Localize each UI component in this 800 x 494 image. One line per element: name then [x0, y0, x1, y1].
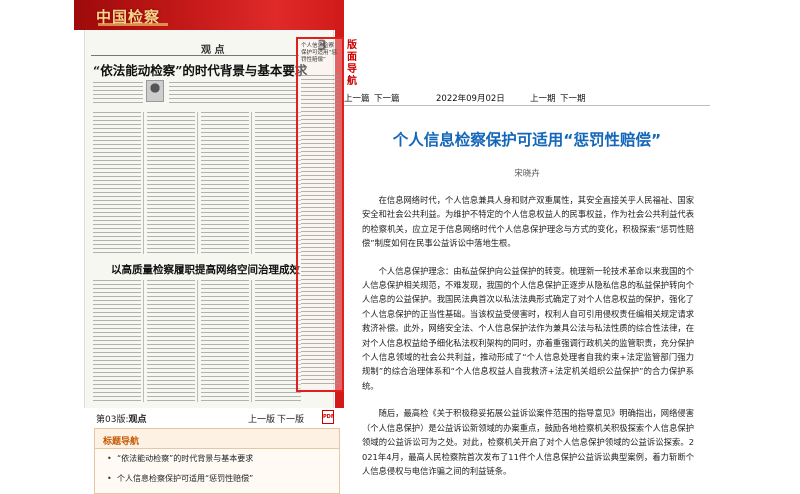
prev-page-link[interactable]: 上一版 — [248, 412, 275, 425]
page-header: 观 点 3 — [91, 38, 329, 56]
author-photo — [146, 80, 164, 102]
article-paragraph: 在信息网络时代，个人信息兼具人身和财产双重属性，其安全直接关乎人民福祉、国家安全… — [362, 195, 694, 249]
prev-article-link[interactable]: 上一篇 — [344, 92, 370, 104]
page-header-rule — [91, 55, 299, 56]
text-block — [93, 82, 143, 106]
next-issue-link[interactable]: 下一期 — [560, 92, 586, 104]
next-article-link[interactable]: 下一篇 — [374, 92, 400, 104]
masthead-decoration — [98, 23, 168, 26]
text-block — [255, 112, 301, 254]
page-section-label: 观 点 — [201, 45, 225, 56]
toc-item-1[interactable]: “依法能动检察”的时代背景与基本要求 — [95, 449, 339, 469]
text-block — [255, 280, 301, 402]
article-paragraph: 个人信息保护理念：由私益保护向公益保护的转变。梳理新一轮技术革命以来我国的个人信… — [362, 265, 694, 391]
issue-date: 2022年09月02日 — [436, 94, 505, 104]
text-block — [301, 75, 339, 385]
text-block — [93, 112, 141, 254]
highlighted-article-region[interactable]: 个人信息检察保护可适用“惩罚性赔偿” — [296, 37, 344, 392]
text-block — [201, 112, 249, 254]
newspaper-page-preview[interactable]: 中国检察 观 点 3 “依法能动检察”的时代背景与基本要求 以高质量检察履职提高… — [74, 0, 344, 408]
title-navigation-header: 标题导航 — [95, 429, 339, 449]
column-rule — [143, 112, 144, 254]
column-rule — [251, 280, 252, 402]
layout-navigation-label[interactable]: 版面导航 — [346, 40, 358, 88]
title-navigation-list: “依法能动检察”的时代背景与基本要求 个人信息检察保护可适用“惩罚性赔偿” — [95, 449, 339, 489]
page-headline-2[interactable]: 以高质量检察履职提高网络空间治理成效 — [111, 262, 300, 277]
article-navigation-rule — [344, 105, 710, 106]
article-title: 个人信息检察保护可适用“惩罚性赔偿” — [392, 131, 662, 149]
title-navigation-box: 标题导航 “依法能动检察”的时代背景与基本要求 个人信息检察保护可适用“惩罚性赔… — [94, 428, 340, 494]
article-paragraph: 随后，最高检《关于积极稳妥拓展公益诉讼案件范围的指导意见》明确指出，网络侵害（个… — [362, 408, 694, 476]
text-block — [169, 82, 297, 106]
article-body: 在信息网络时代，个人信息兼具人身和财产双重属性，其安全直接关乎人民福祉、国家安全… — [362, 193, 694, 491]
prev-issue-link[interactable]: 上一期 — [530, 92, 556, 104]
column-rule — [143, 280, 144, 402]
edition-label: 第03版:观点 — [96, 415, 147, 425]
text-block — [93, 280, 141, 402]
highlighted-article-title: 个人信息检察保护可适用“惩罚性赔偿” — [301, 43, 337, 63]
text-block — [147, 280, 195, 402]
column-rule — [197, 112, 198, 254]
toc-item-2[interactable]: 个人信息检察保护可适用“惩罚性赔偿” — [95, 469, 339, 489]
page-headline-1[interactable]: “依法能动检察”的时代背景与基本要求 — [93, 60, 307, 79]
text-block — [201, 280, 249, 402]
page-navigation-bar: 第03版:观点 上一版 下一版 PDF — [94, 409, 340, 427]
newspaper-masthead: 中国检察 — [74, 0, 344, 30]
text-block — [147, 112, 195, 254]
column-rule — [251, 112, 252, 254]
column-rule — [197, 280, 198, 402]
pdf-icon[interactable]: PDF — [322, 410, 334, 424]
article-author: 宋晓卉 — [514, 169, 540, 179]
next-page-link[interactable]: 下一版 — [277, 412, 304, 425]
article-navigation-bar: 上一篇 下一篇 2022年09月02日 上一期 下一期 — [344, 90, 710, 106]
